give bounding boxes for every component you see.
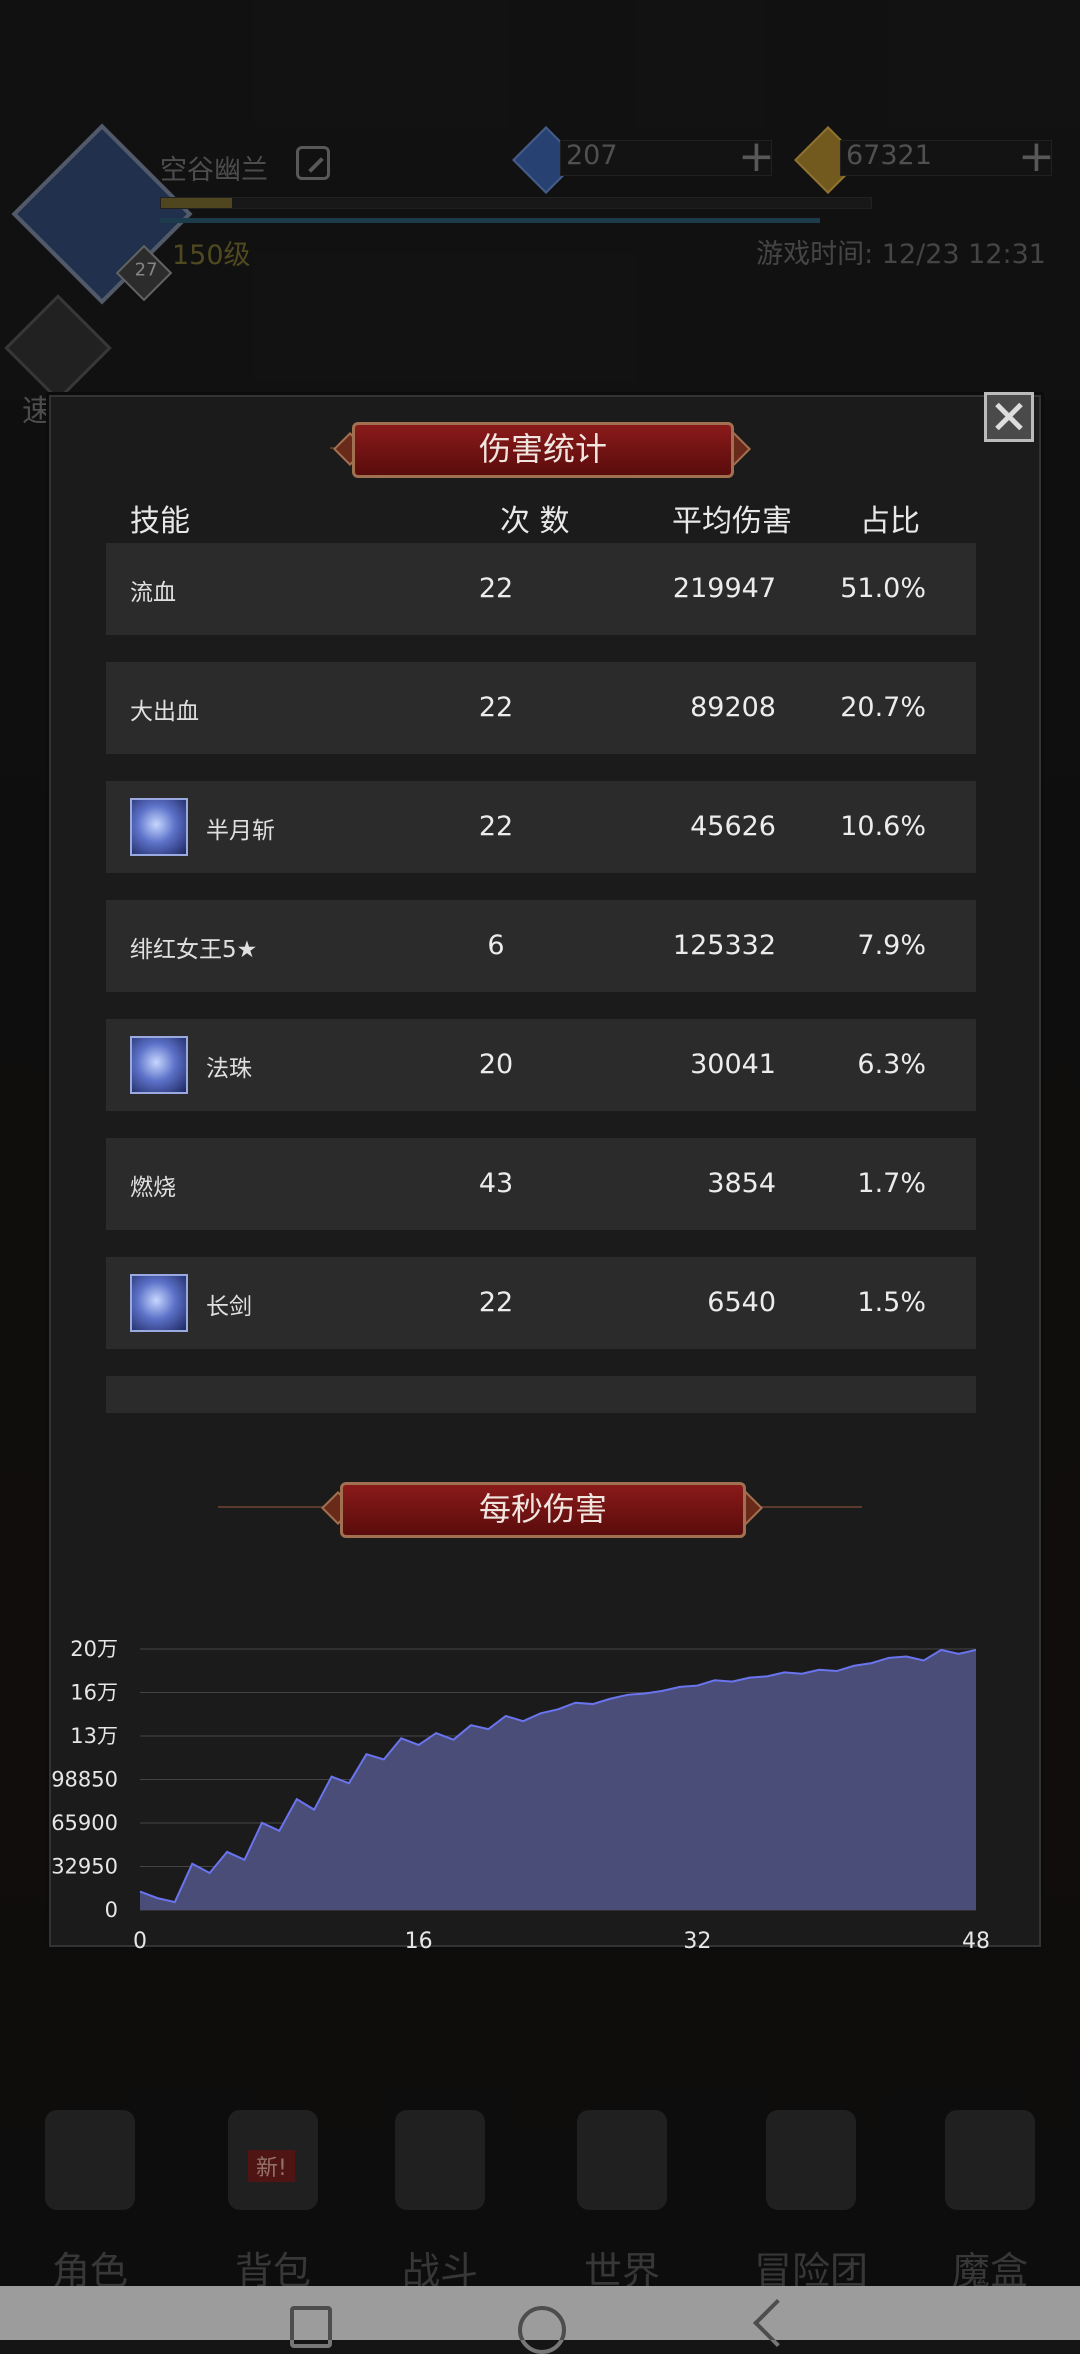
x-tick-label: 48 bbox=[962, 1929, 990, 1954]
skill-ratio: 51.0% bbox=[840, 573, 926, 604]
col-header-avg-damage: 平均伤害 bbox=[672, 504, 792, 539]
table-row: 绯红女王5★ 6 125332 7.9% bbox=[106, 900, 976, 992]
damage-table[interactable]: 流血 22 219947 51.0% 大出血 22 89208 20.7% 半月… bbox=[106, 543, 976, 1413]
title-banner: 伤害统计 bbox=[352, 422, 734, 478]
table-row: 长剑 22 6540 1.5% bbox=[106, 1257, 976, 1349]
table-row: 法珠 20 30041 6.3% bbox=[106, 1019, 976, 1111]
skill-avg-damage: 125332 bbox=[672, 930, 776, 961]
skill-avg-damage: 45626 bbox=[690, 811, 776, 842]
skill-avg-damage: 219947 bbox=[672, 573, 776, 604]
y-tick-label: 0 bbox=[105, 1898, 118, 1922]
x-tick-label: 32 bbox=[683, 1929, 711, 1954]
skill-ratio: 1.7% bbox=[857, 1168, 926, 1199]
skill-ratio: 20.7% bbox=[840, 692, 926, 723]
chart-title-banner: 每秒伤害 bbox=[340, 1482, 746, 1538]
table-row: 半月斩 22 45626 10.6% bbox=[106, 781, 976, 873]
col-header-count: 次 数 bbox=[500, 504, 570, 539]
dps-chart: 0 32950 65900 98850 13万 16万 20万 0 16 32 48 bbox=[51, 1637, 990, 1954]
chart-title: 每秒伤害 bbox=[478, 1490, 607, 1528]
y-tick-label: 98850 bbox=[51, 1768, 118, 1792]
table-row: 大出血 22 89208 20.7% bbox=[106, 662, 976, 754]
skill-count: 22 bbox=[478, 573, 514, 604]
skill-name: 流血 bbox=[130, 580, 176, 606]
skill-avg-damage: 6540 bbox=[707, 1287, 776, 1318]
skill-count: 22 bbox=[478, 811, 514, 842]
y-tick-label: 16万 bbox=[70, 1681, 118, 1705]
skill-avg-damage: 30041 bbox=[690, 1049, 776, 1080]
table-row-partial bbox=[106, 1376, 976, 1413]
table-row: 流血 22 219947 51.0% bbox=[106, 543, 976, 635]
skill-avg-damage: 89208 bbox=[690, 692, 776, 723]
x-tick-label: 0 bbox=[133, 1929, 147, 1954]
skill-count: 43 bbox=[478, 1168, 514, 1199]
modal-title: 伤害统计 bbox=[478, 430, 607, 468]
skill-name: 大出血 bbox=[130, 699, 199, 725]
skill-name: 长剑 bbox=[206, 1294, 252, 1320]
skill-ratio: 7.9% bbox=[857, 930, 926, 961]
skill-name: 法珠 bbox=[206, 1056, 252, 1082]
y-tick-label: 20万 bbox=[70, 1637, 118, 1661]
y-tick-label: 65900 bbox=[51, 1811, 118, 1835]
close-button[interactable] bbox=[984, 392, 1034, 442]
magic-orb-icon bbox=[130, 1036, 188, 1094]
skill-count: 6 bbox=[487, 930, 505, 961]
skill-count: 22 bbox=[478, 1287, 514, 1318]
col-header-skill: 技能 bbox=[130, 504, 190, 539]
skill-ratio: 1.5% bbox=[857, 1287, 926, 1318]
skill-name: 燃烧 bbox=[130, 1175, 176, 1201]
skill-name: 半月斩 bbox=[206, 818, 275, 844]
table-row: 燃烧 43 3854 1.7% bbox=[106, 1138, 976, 1230]
col-header-ratio: 占比 bbox=[860, 504, 920, 539]
y-tick-label: 32950 bbox=[51, 1855, 118, 1879]
skill-ratio: 10.6% bbox=[840, 811, 926, 842]
skill-count: 22 bbox=[478, 692, 514, 723]
skill-avg-damage: 3854 bbox=[707, 1168, 776, 1199]
skill-count: 20 bbox=[478, 1049, 514, 1080]
y-tick-label: 13万 bbox=[70, 1724, 118, 1748]
crescent-moon-icon bbox=[130, 798, 188, 856]
x-tick-label: 16 bbox=[405, 1929, 433, 1954]
long-sword-icon bbox=[130, 1274, 188, 1332]
skill-name: 绯红女王5★ bbox=[130, 937, 258, 963]
skill-ratio: 6.3% bbox=[857, 1049, 926, 1080]
